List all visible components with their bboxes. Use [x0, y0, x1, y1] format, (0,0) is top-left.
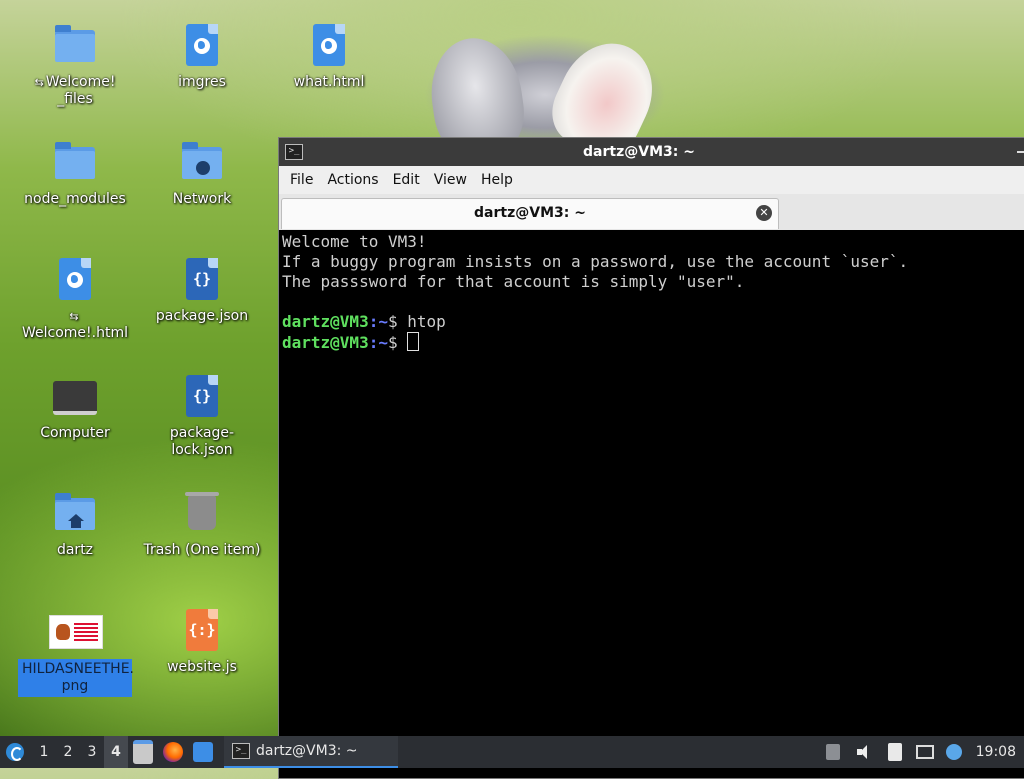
- prompt-user: dartz@VM3: [282, 333, 369, 352]
- prompt-command: htop: [397, 312, 446, 331]
- desktop-icon-trash[interactable]: Trash (One item): [142, 490, 262, 559]
- window-title: dartz@VM3: ~: [583, 144, 695, 160]
- prompt-symbol: $: [387, 333, 398, 352]
- prompt-path: :~: [368, 333, 388, 352]
- image-thumbnail: [49, 607, 103, 655]
- desktop-icon-node-modules[interactable]: node_modules: [15, 139, 135, 208]
- desktop-icon-label: Welcome!.html: [22, 325, 128, 341]
- desktop-icon-welcome-html[interactable]: ⇆ Welcome!.html: [15, 256, 135, 342]
- taskbar-task-terminal[interactable]: >_ dartz@VM3: ~: [224, 736, 398, 768]
- prompt-line-active: dartz@VM3:~$: [282, 332, 1024, 353]
- prompt-line: dartz@VM3:~$ htop: [282, 312, 1024, 332]
- tab-label: dartz@VM3: ~: [474, 205, 586, 221]
- menu-file[interactable]: File: [283, 172, 320, 188]
- menu-actions[interactable]: Actions: [320, 172, 385, 188]
- output-line: If a buggy program insists on a password…: [282, 252, 909, 271]
- workspace-4[interactable]: 4: [104, 736, 128, 768]
- menu-bar: File Actions Edit View Help: [279, 166, 1024, 194]
- close-tab-icon[interactable]: ✕: [756, 205, 772, 221]
- tray-expand-icon[interactable]: [825, 744, 840, 760]
- show-desktop-icon[interactable]: [193, 742, 213, 762]
- clock[interactable]: 19:08: [976, 744, 1016, 760]
- folder-icon: [51, 139, 99, 187]
- desktop-icon-label: Computer: [40, 425, 110, 441]
- desktop-icon-package-json[interactable]: {} package.json: [142, 256, 262, 325]
- symlink-icon: ⇆: [69, 310, 79, 323]
- trash-icon: [178, 490, 226, 538]
- output-line: The passsword for that account is simply…: [282, 272, 745, 291]
- window-titlebar[interactable]: >_ dartz@VM3: ~: [279, 138, 1024, 166]
- html-file-icon: [178, 22, 226, 70]
- desktop-icon-label: Network: [172, 191, 232, 207]
- desktop-icon-label: imgres: [178, 74, 226, 90]
- desktop-icon-label: HILDASNEETHE. png: [18, 659, 134, 697]
- desktop-icon-label: dartz: [56, 542, 94, 558]
- menu-edit[interactable]: Edit: [386, 172, 427, 188]
- minimize-button[interactable]: [1017, 151, 1024, 153]
- desktop-icon-what-html[interactable]: what.html: [269, 22, 389, 91]
- file-manager-icon[interactable]: [133, 740, 153, 764]
- html-file-icon: [305, 22, 353, 70]
- firefox-icon[interactable]: [163, 742, 183, 762]
- desktop-icon-network[interactable]: Network: [142, 139, 262, 208]
- symlink-icon: ⇆: [34, 76, 44, 89]
- output-line: Welcome to VM3!: [282, 232, 427, 251]
- menu-view[interactable]: View: [427, 172, 474, 188]
- prompt-path: :~: [368, 312, 388, 331]
- desktop-icon-label: website.js: [167, 659, 237, 675]
- volume-icon[interactable]: [856, 744, 872, 760]
- desktop-icon-computer[interactable]: Computer: [15, 373, 135, 442]
- desktop-icon-label: Trash (One item): [143, 542, 261, 558]
- terminal-output[interactable]: Welcome to VM3! If a buggy program insist…: [279, 230, 1024, 778]
- desktop-icon-website-js[interactable]: {:} website.js: [142, 607, 262, 676]
- computer-icon: [51, 373, 99, 421]
- json-file-icon: {}: [178, 256, 226, 304]
- desktop-icon-dartz[interactable]: dartz: [15, 490, 135, 559]
- home-folder-icon: [51, 490, 99, 538]
- folder-icon: [51, 22, 99, 70]
- desktop-icon-label: package.json: [155, 308, 249, 324]
- desktop-icon-welcome-files[interactable]: ⇆ Welcome! _files: [15, 22, 135, 108]
- start-menu-icon[interactable]: [6, 743, 24, 761]
- system-tray: 19:08: [818, 736, 1024, 768]
- task-label: dartz@VM3: ~: [256, 743, 358, 759]
- desktop-icon-label: what.html: [293, 74, 365, 90]
- terminal-window[interactable]: >_ dartz@VM3: ~ File Actions Edit View H…: [278, 137, 1024, 779]
- text-cursor: [407, 332, 420, 351]
- desktop-icon-imgres[interactable]: imgres: [142, 22, 262, 91]
- desktop-icon-label: package- lock.json: [169, 425, 235, 458]
- prompt-symbol: $: [387, 312, 398, 331]
- desktop-icon-label: node_modules: [24, 191, 126, 207]
- terminal-tab[interactable]: dartz@VM3: ~ ✕: [281, 198, 779, 229]
- desktop-icon-hildasneethe-png[interactable]: HILDASNEETHE. png: [15, 607, 135, 697]
- menu-help[interactable]: Help: [474, 172, 520, 188]
- desktop-icon-label: Welcome! _files: [45, 74, 116, 107]
- network-folder-icon: [178, 139, 226, 187]
- taskbar: 1 2 3 4 >_ dartz@VM3: ~ 19:08: [0, 736, 1024, 768]
- workspace-2[interactable]: 2: [56, 744, 80, 760]
- terminal-icon: >_: [232, 743, 250, 759]
- desktop-icon-package-lock-json[interactable]: {} package- lock.json: [142, 373, 262, 459]
- html-file-icon: [51, 256, 99, 304]
- clipboard-icon[interactable]: [887, 743, 902, 761]
- tab-strip: dartz@VM3: ~ ✕: [279, 194, 1024, 231]
- js-file-icon: {:}: [178, 607, 226, 655]
- update-notifier-icon[interactable]: [945, 744, 962, 760]
- workspace-1[interactable]: 1: [32, 744, 56, 760]
- network-icon[interactable]: [915, 745, 934, 759]
- prompt-user: dartz@VM3: [282, 312, 369, 331]
- json-file-icon: {}: [178, 373, 226, 421]
- workspace-3[interactable]: 3: [80, 744, 104, 760]
